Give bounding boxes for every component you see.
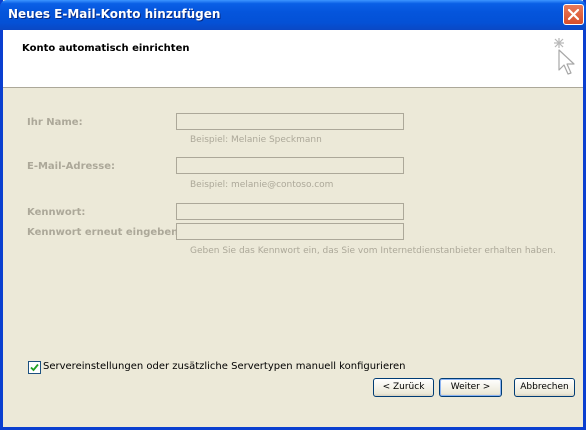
manual-config-checkbox[interactable] — [28, 361, 41, 374]
page-title: Konto automatisch einrichten — [22, 43, 190, 54]
window-title: Neues E-Mail-Konto hinzufügen — [8, 7, 221, 21]
email-label: E-Mail-Adresse: — [27, 161, 115, 172]
password-repeat-label: Kennwort erneut eingeben: — [27, 227, 183, 238]
password-hint: Geben Sie das Kennwort ein, das Sie vom … — [190, 246, 556, 256]
back-button[interactable]: < Zurück — [373, 378, 434, 397]
name-hint: Beispiel: Melanie Speckmann — [190, 135, 322, 145]
name-label: Ihr Name: — [27, 117, 83, 128]
dialog-window: Neues E-Mail-Konto hinzufügen Konto auto… — [0, 0, 586, 430]
checkmark-icon — [30, 363, 39, 372]
email-hint: Beispiel: melanie@contoso.com — [190, 180, 334, 190]
password-repeat-field[interactable] — [176, 223, 404, 240]
email-field[interactable] — [176, 157, 404, 174]
password-label: Kennwort: — [27, 207, 86, 218]
wizard-header: Konto automatisch einrichten — [3, 30, 583, 88]
manual-config-label[interactable]: Servereinstellungen oder zusätzliche Ser… — [43, 361, 405, 372]
title-bar[interactable]: Neues E-Mail-Konto hinzufügen — [0, 0, 586, 30]
name-field[interactable] — [176, 113, 404, 130]
next-button[interactable]: Weiter > — [439, 378, 502, 397]
password-field[interactable] — [176, 203, 404, 220]
close-icon — [567, 8, 580, 21]
close-button[interactable] — [563, 4, 584, 25]
cursor-sparkle-icon — [554, 38, 575, 75]
cancel-button[interactable]: Abbrechen — [514, 378, 575, 397]
